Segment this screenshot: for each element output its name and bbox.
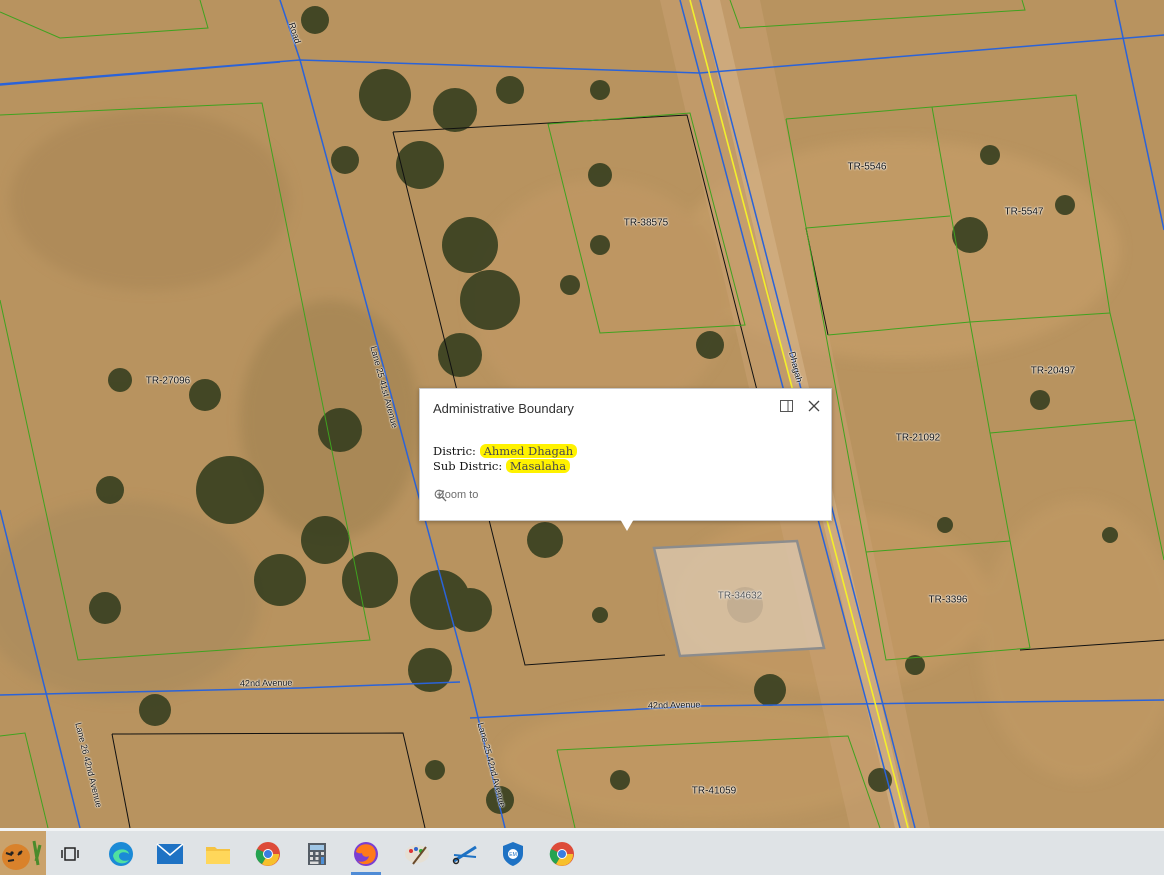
- popup-title: Administrative Boundary: [433, 401, 574, 416]
- chrome-icon[interactable]: [253, 839, 283, 869]
- subdistrict-label: Sub Distric:: [433, 459, 503, 473]
- road-label: 42nd Avenue: [239, 677, 293, 689]
- shield-icon[interactable]: EM: [498, 839, 528, 869]
- parcel-label-selected[interactable]: TR-34632: [718, 591, 762, 602]
- district-label: Distric:: [433, 444, 476, 458]
- chrome-icon[interactable]: [547, 839, 577, 869]
- tiger-avatar-icon[interactable]: [0, 831, 46, 875]
- task-view-icon[interactable]: [55, 839, 85, 869]
- subdistrict-value: Masalaha: [505, 459, 571, 473]
- parcel-label[interactable]: TR-3396: [929, 595, 968, 606]
- paint-icon[interactable]: [402, 839, 432, 869]
- zoom-to-button[interactable]: Zoom to: [434, 489, 478, 502]
- parcel-label[interactable]: TR-20497: [1031, 366, 1075, 377]
- feature-popup: Administrative Boundary Distric: Ahmed D…: [419, 388, 832, 521]
- snipping-tool-icon[interactable]: [450, 839, 480, 869]
- district-row: Distric: Ahmed Dhagah: [433, 444, 578, 458]
- dock-icon[interactable]: [780, 400, 793, 413]
- map-view[interactable]: TR-27096 TR-38575 TR-5546 TR-5547 TR-204…: [0, 0, 1164, 828]
- svg-text:EM: EM: [509, 852, 517, 858]
- mail-icon[interactable]: [155, 839, 185, 869]
- subdistrict-row: Sub Distric: Masalaha: [433, 459, 571, 473]
- parcel-label[interactable]: TR-5547: [1005, 207, 1044, 218]
- parcel-label[interactable]: TR-27096: [146, 376, 190, 387]
- parcel-label[interactable]: TR-5546: [848, 162, 887, 173]
- parcel-label[interactable]: TR-38575: [624, 218, 668, 229]
- road-label: 42nd Avenue: [647, 699, 701, 711]
- calculator-icon[interactable]: [302, 839, 332, 869]
- taskbar: EM: [0, 828, 1164, 875]
- parcel-label[interactable]: TR-21092: [896, 433, 940, 444]
- firefox-icon[interactable]: [351, 839, 381, 869]
- popup-pointer: [620, 519, 634, 531]
- file-explorer-icon[interactable]: [203, 839, 233, 869]
- close-icon[interactable]: [806, 398, 822, 414]
- district-value: Ahmed Dhagah: [479, 444, 578, 458]
- parcel-label[interactable]: TR-41059: [692, 786, 736, 797]
- edge-icon[interactable]: [106, 839, 136, 869]
